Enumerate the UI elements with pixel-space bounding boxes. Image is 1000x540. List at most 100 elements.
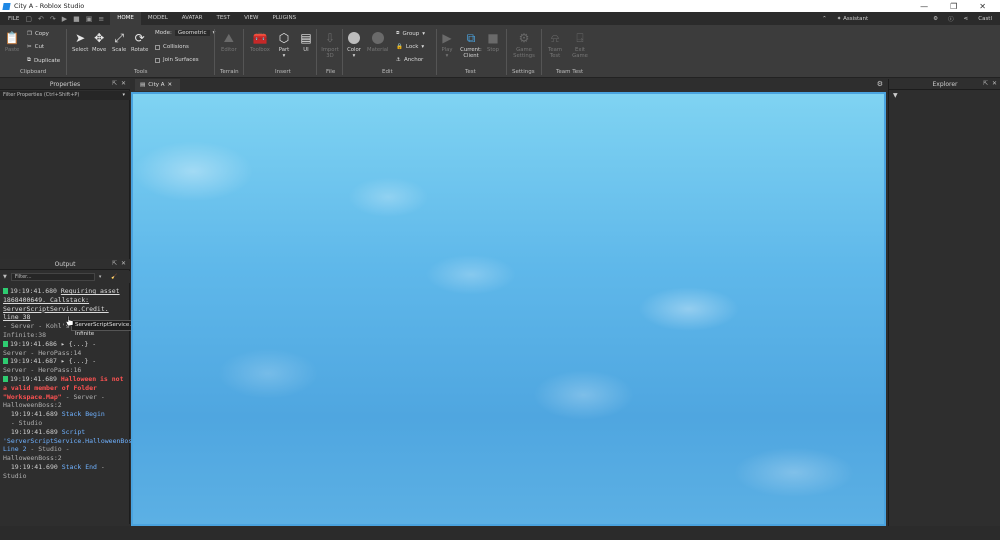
ui-label: UI [303, 47, 309, 53]
stop-icon[interactable]: ■ [73, 15, 80, 23]
tab-plugins[interactable]: PLUGINS [265, 12, 303, 25]
scale-button[interactable]: ⤢ Scale [112, 31, 126, 53]
3d-viewport[interactable] [131, 92, 886, 526]
tab-view[interactable]: VIEW [237, 12, 265, 25]
current-client-button[interactable]: ⧉ Current: Client [459, 31, 483, 59]
viewport-tab-strip: ▤ City A ✕ ⚙ [131, 79, 887, 91]
edit-group-label: Edit [382, 69, 393, 75]
log-timestamp: 19:19:41.689 [10, 410, 58, 419]
log-message: Stack Begin [61, 410, 105, 419]
redo-icon[interactable]: ↷ [50, 15, 56, 23]
move-button[interactable]: ✥ Move [92, 31, 106, 53]
chevron-down-icon[interactable]: ▾ [122, 92, 125, 98]
terrain-editor-label: Editor [221, 47, 237, 53]
undock-icon[interactable]: ⇱ [112, 260, 117, 267]
undo-icon[interactable]: ↶ [38, 15, 44, 23]
lock-button[interactable]: 🔒 Lock ▾ [396, 44, 424, 50]
part-button[interactable]: ⬡ Part ▾ [277, 31, 291, 59]
anchor-button[interactable]: ⚓ Anchor [396, 57, 423, 63]
quick-access-dropdown-icon[interactable]: ≡ [98, 15, 104, 23]
log-message[interactable]: ▸ {...} - [61, 357, 96, 365]
chevron-down-icon[interactable]: ▾ [99, 274, 102, 280]
insert-group-label: Insert [275, 69, 291, 75]
ribbon-separator [506, 29, 507, 75]
mode-value[interactable]: Geometric [174, 30, 210, 36]
tab-test[interactable]: TEST [209, 12, 237, 25]
exit-game-label: Exit Game [572, 47, 588, 59]
filter-funnel-icon[interactable]: ▼ [893, 92, 898, 99]
close-tab-icon[interactable]: ✕ [168, 82, 173, 88]
ui-frame-icon: ▤ [300, 31, 312, 45]
undock-icon[interactable]: ⇱ [983, 80, 988, 87]
toolbox-button[interactable]: 🧰 Toolbox [250, 31, 270, 53]
close-button[interactable]: ✕ [979, 2, 986, 11]
tab-home[interactable]: HOME [110, 12, 141, 25]
paste-label: Paste [5, 47, 20, 53]
collisions-checkbox[interactable] [155, 44, 160, 50]
clear-output-broom-icon[interactable]: 🧹 [111, 274, 117, 280]
cut-button[interactable]: ✂ Cut [27, 44, 44, 50]
material-button[interactable]: Material [367, 31, 389, 53]
new-file-icon[interactable]: ▢ [25, 15, 32, 23]
undock-icon[interactable]: ⇱ [112, 80, 117, 87]
tab-avatar[interactable]: AVATAR [175, 12, 210, 25]
tab-city-a[interactable]: ▤ City A ✕ [135, 79, 180, 91]
output-filter-input[interactable]: Filter... [10, 273, 95, 281]
team-test-button[interactable]: ⍾ Team Test [545, 31, 565, 59]
import-3d-button[interactable]: ⇩ Import 3D [320, 31, 340, 59]
close-panel-icon[interactable]: ✕ [121, 260, 126, 267]
exit-game-button[interactable]: ⍈ Exit Game [570, 31, 590, 59]
settings-group-label: Settings [512, 69, 535, 75]
share-icon[interactable]: ⋖ [964, 16, 969, 22]
log-entry: 19:19:41.686 ▸ {...} - Server - HeroPass:… [3, 340, 128, 358]
group-label: Group [402, 30, 420, 37]
file-menu[interactable]: FILE [0, 16, 25, 22]
ui-button[interactable]: ▤ UI [299, 31, 313, 53]
minimize-button[interactable]: — [920, 2, 928, 11]
copy-button[interactable]: ❐ Copy [27, 31, 49, 37]
play-icon[interactable]: ▶ [62, 15, 67, 23]
group-button[interactable]: ⧈ Group ▾ [396, 30, 425, 37]
hand-cursor-icon [66, 316, 74, 326]
color-button[interactable]: Color ▾ [347, 31, 361, 59]
terrain-editor-button[interactable]: ⛰ Editor [221, 31, 237, 53]
toolbox-label: Toolbox [250, 47, 270, 53]
join-surfaces-toggle[interactable]: Join Surfaces [155, 57, 199, 63]
stop-button[interactable]: ■ Stop [486, 31, 500, 53]
settings-gear-icon[interactable]: ⚙ [933, 16, 938, 22]
tab-model[interactable]: MODEL [141, 12, 175, 25]
file-group-label: File [326, 69, 336, 75]
maximize-button[interactable]: ❐ [950, 2, 957, 11]
log-timestamp: 19:19:41.687 [10, 357, 57, 366]
select-button[interactable]: ➤ Select [72, 31, 88, 53]
client-server-icon: ⧉ [466, 31, 476, 45]
mode-selector[interactable]: Mode: Geometric ▾ [155, 30, 215, 36]
join-surfaces-checkbox[interactable] [155, 57, 160, 63]
filter-funnel-icon[interactable]: ▼ [3, 274, 7, 280]
help-icon[interactable]: ⓘ [948, 15, 954, 23]
explorer-panel: Explorer ⇱ ✕ ▼ [888, 79, 1000, 526]
collisions-toggle[interactable]: Collisions [155, 44, 189, 50]
rotate-label: Rotate [131, 47, 149, 53]
properties-filter-input[interactable]: Filter Properties (Ctrl+Shift+P) [0, 91, 130, 100]
chevron-down-icon: ▾ [422, 30, 426, 37]
test-group-label: Test [465, 69, 476, 75]
viewport-settings-gear-icon[interactable]: ⚙ [877, 80, 883, 88]
duplicate-button[interactable]: ⧉ Duplicate [27, 57, 60, 64]
user-name[interactable]: Castl [978, 16, 992, 22]
rotate-button[interactable]: ⟳ Rotate [131, 31, 148, 53]
close-panel-icon[interactable]: ✕ [121, 80, 126, 87]
game-settings-button[interactable]: ⚙ Game Settings [512, 31, 536, 59]
play-button[interactable]: ▶ Play ▾ [440, 31, 454, 59]
close-panel-icon[interactable]: ✕ [992, 80, 997, 87]
log-entry: 19:19:41.689 Stack Begin - Studio [3, 410, 128, 428]
log-message[interactable]: ▸ {...} - [61, 340, 96, 348]
exit-game-icon: ⍈ [576, 31, 584, 45]
collapse-ribbon-icon[interactable]: ⌃ [822, 16, 827, 22]
tools-group-label: Tools [134, 69, 148, 75]
save-icon[interactable]: ▣ [86, 15, 93, 23]
collisions-label: Collisions [163, 44, 189, 50]
paste-button[interactable]: 📋 Paste [5, 31, 20, 53]
assistant-button[interactable]: ✦ Assistant [837, 16, 868, 22]
explorer-header: Explorer ⇱ ✕ [889, 79, 1000, 90]
